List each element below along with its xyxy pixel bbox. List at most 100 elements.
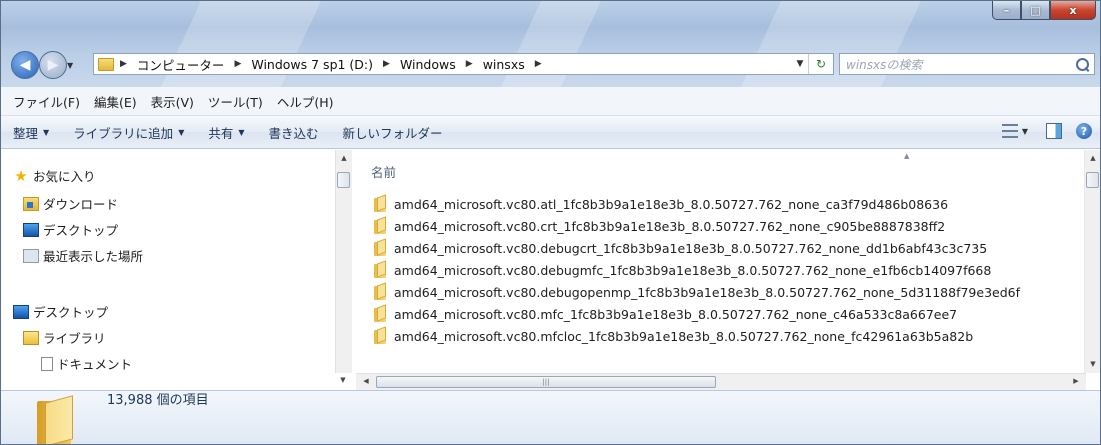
organize-label: 整理 [13,125,39,141]
breadcrumb-winsxs[interactable]: winsxs [479,57,529,72]
folder-icon [374,284,388,300]
back-button[interactable]: ◀ [11,51,39,79]
arrow-right-icon: ▶ [47,57,59,73]
file-row[interactable]: amd64_microsoft.vc80.atl_1fc8b3b9a1e18e3… [374,196,948,212]
forward-button[interactable]: ▶ [39,51,67,79]
refresh-icon[interactable]: ↻ [808,54,833,74]
nav-vertical-scrollbar[interactable]: ▲ [335,150,352,373]
nav-recent-places[interactable]: 最近表示した場所 [23,246,143,265]
folder-icon [374,262,388,278]
scroll-thumb[interactable] [337,172,350,188]
horizontal-scrollbar[interactable]: ◀ ||| ▶ [356,373,1086,390]
breadcrumb-separator-icon[interactable]: ▶ [460,59,479,69]
breadcrumb-computer[interactable]: コンピューター [133,55,229,74]
file-row[interactable]: amd64_microsoft.vc80.debugcrt_1fc8b3b9a1… [374,240,987,256]
menu-help[interactable]: ヘルプ(H) [277,92,334,111]
menu-bar: ファイル(F) 編集(E) 表示(V) ツール(T) ヘルプ(H) [1,87,1100,116]
file-name: amd64_microsoft.vc80.mfc_1fc8b3b9a1e18e3… [394,306,958,322]
menu-tools[interactable]: ツール(T) [208,92,263,111]
file-row[interactable]: amd64_microsoft.vc80.mfcloc_1fc8b3b9a1e1… [374,328,973,344]
nav-desktop-label: デスクトップ [33,305,109,320]
breadcrumb-drive[interactable]: Windows 7 sp1 (D:) [247,57,377,72]
caption-buttons: – □ x [992,1,1096,20]
folder-icon [374,328,388,344]
nav-documents[interactable]: ドキュメント [41,354,132,373]
file-list: ▲ 名前 amd64_microsoft.vc80.atl_1fc8b3b9a1… [356,150,1100,373]
maximize-button[interactable]: □ [1021,1,1050,20]
folder-icon [374,306,388,322]
nav-desktop-favorite[interactable]: デスクトップ [23,220,118,239]
nav-downloads-label: ダウンロード [43,197,119,212]
nav-libraries[interactable]: ライブラリ [23,328,106,347]
chevron-down-icon: ▼ [43,127,50,137]
scroll-thumb[interactable] [1086,172,1099,188]
item-count: 13,988 個の項目 [107,393,209,408]
scroll-right-icon[interactable]: ▶ [1068,377,1084,385]
file-name: amd64_microsoft.vc80.debugopenmp_1fc8b3b… [394,284,1021,300]
address-dropdown-icon[interactable]: ▼ [792,59,808,69]
file-vertical-scrollbar[interactable]: ▲ ▼ [1084,150,1100,373]
scroll-up-icon[interactable]: ▲ [336,154,352,162]
search-placeholder: winsxsの検索 [846,57,923,72]
search-icon[interactable] [1076,57,1089,71]
breadcrumb-separator-icon[interactable]: ▶ [228,59,247,69]
recent-places-icon [23,248,39,263]
menu-file[interactable]: ファイル(F) [13,92,80,111]
chevron-down-icon: ▼ [238,127,245,137]
file-row[interactable]: amd64_microsoft.vc80.debugmfc_1fc8b3b9a1… [374,262,991,278]
file-name: amd64_microsoft.vc80.debugmfc_1fc8b3b9a1… [394,262,992,278]
add-to-library-button[interactable]: ライブラリに追加 ▼ [73,123,184,142]
navigation-pane: ★ お気に入り ダウンロード デスクトップ 最近表示した場所 デスクトップ ライ… [1,150,352,373]
file-row[interactable]: amd64_microsoft.vc80.crt_1fc8b3b9a1e18e3… [374,218,945,234]
scroll-left-icon[interactable]: ◀ [358,377,374,385]
title-bar: – □ x ◀ ▶ ▼ ▶ コンピューター ▶ Windows 7 sp1 (D… [1,1,1100,87]
file-name: amd64_microsoft.vc80.crt_1fc8b3b9a1e18e3… [394,218,946,234]
burn-button[interactable]: 書き込む [269,123,319,142]
scroll-up-icon[interactable]: ▲ [1085,154,1100,162]
folder-icon [37,395,77,444]
chevron-down-icon[interactable]: ▼ [1022,127,1028,136]
details-pane: 13,988 個の項目 [1,390,1100,444]
nav-desktop-favorite-label: デスクトップ [43,223,119,238]
folder-icon [98,57,114,71]
search-input[interactable]: winsxsの検索 [839,53,1095,75]
nav-libraries-label: ライブラリ [43,331,106,346]
file-name: amd64_microsoft.vc80.atl_1fc8b3b9a1e18e3… [394,196,949,212]
nav-bottom-strip: ▼ [1,373,356,390]
breadcrumb-windows[interactable]: Windows [396,57,460,72]
nav-downloads[interactable]: ダウンロード [23,194,118,213]
breadcrumb-separator-icon[interactable]: ▶ [114,59,133,69]
minimize-button[interactable]: – [992,1,1021,20]
desktop-icon [13,304,29,319]
scroll-down-icon[interactable]: ▼ [335,376,351,384]
help-icon[interactable]: ? [1076,123,1092,139]
view-options-icon[interactable] [1001,124,1018,138]
address-bar[interactable]: ▶ コンピューター ▶ Windows 7 sp1 (D:) ▶ Windows… [93,53,834,75]
scroll-down-icon[interactable]: ▼ [1085,360,1100,368]
folder-icon [374,196,388,212]
downloads-icon [23,196,39,211]
nav-favorites[interactable]: ★ お気に入り [13,166,95,185]
command-bar: 整理 ▼ ライブラリに追加 ▼ 共有 ▼ 書き込む 新しいフォルダー ▼ ? [1,116,1100,149]
folder-icon [374,240,388,256]
file-row[interactable]: amd64_microsoft.vc80.debugopenmp_1fc8b3b… [374,284,1020,300]
share-button[interactable]: 共有 ▼ [208,123,244,142]
preview-pane-icon[interactable] [1046,123,1062,139]
folder-icon [374,218,388,234]
share-label: 共有 [208,125,234,141]
new-folder-button[interactable]: 新しいフォルダー [343,123,443,142]
file-row[interactable]: amd64_microsoft.vc80.mfc_1fc8b3b9a1e18e3… [374,306,957,322]
file-name: amd64_microsoft.vc80.debugcrt_1fc8b3b9a1… [394,240,988,256]
scroll-thumb[interactable]: ||| [376,376,716,388]
nav-desktop[interactable]: デスクトップ [13,302,108,321]
organize-button[interactable]: 整理 ▼ [13,123,49,142]
nav-recent-places-label: 最近表示した場所 [43,249,144,264]
breadcrumb-separator-icon[interactable]: ▶ [529,59,548,69]
document-icon [41,356,53,371]
close-button[interactable]: x [1050,1,1096,20]
history-dropdown-icon[interactable]: ▼ [67,61,73,70]
menu-edit[interactable]: 編集(E) [94,92,137,111]
menu-view[interactable]: 表示(V) [151,92,194,111]
breadcrumb-separator-icon[interactable]: ▶ [377,59,396,69]
column-header-name[interactable]: 名前 [371,162,396,181]
